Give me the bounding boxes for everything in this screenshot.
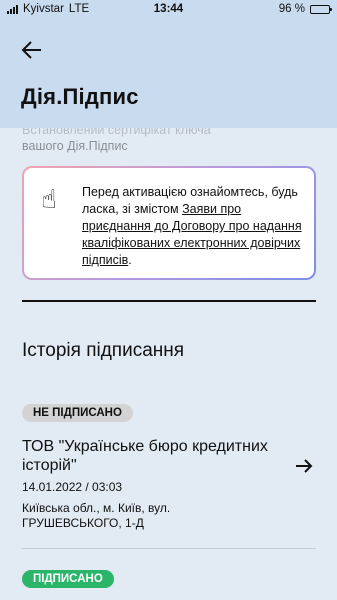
section-divider: [22, 300, 316, 302]
history-item-open-button[interactable]: [293, 455, 315, 477]
status-badge-unsigned: НЕ ПІДПИСАНО: [22, 404, 133, 422]
history-title: Історія підписання: [22, 340, 185, 361]
arrow-right-icon: [296, 459, 313, 473]
history-item-address: Київська обл., м. Київ, вул. ГРУШЕВСЬКОГ…: [22, 501, 171, 530]
battery-percent: 96 %: [278, 3, 305, 15]
history-item-date: 14.01.2022 / 03:03: [22, 480, 123, 494]
agreement-notice-text: Перед активацією ознайомтесь, будь ласка…: [82, 184, 304, 269]
status-badge-signed: ПІДПИСАНО: [22, 570, 114, 588]
battery-icon: [310, 4, 332, 14]
agreement-notice-card: ☝ Перед активацією ознайомтесь, будь лас…: [22, 166, 316, 280]
status-bar-right: 96 %: [278, 3, 332, 15]
history-row-divider: [22, 548, 316, 549]
notice-text-after: .: [128, 253, 132, 267]
arrow-left-icon: [21, 41, 41, 59]
scrolled-description-line2: вашого Дія.Підпис: [22, 139, 128, 153]
pointing-hand-icon: ☝: [41, 184, 57, 214]
agreement-notice-body: ☝ Перед активацією ознайомтесь, будь лас…: [24, 168, 314, 278]
page-title: Дія.Підпис: [21, 84, 139, 109]
page-header: Дія.Підпис: [0, 20, 337, 128]
history-item-organization[interactable]: ТОВ "Українське бюро кредитних історій": [22, 437, 282, 475]
back-button[interactable]: [20, 38, 44, 62]
status-bar: Kyivstar LTE 13:44 96 %: [0, 0, 337, 20]
